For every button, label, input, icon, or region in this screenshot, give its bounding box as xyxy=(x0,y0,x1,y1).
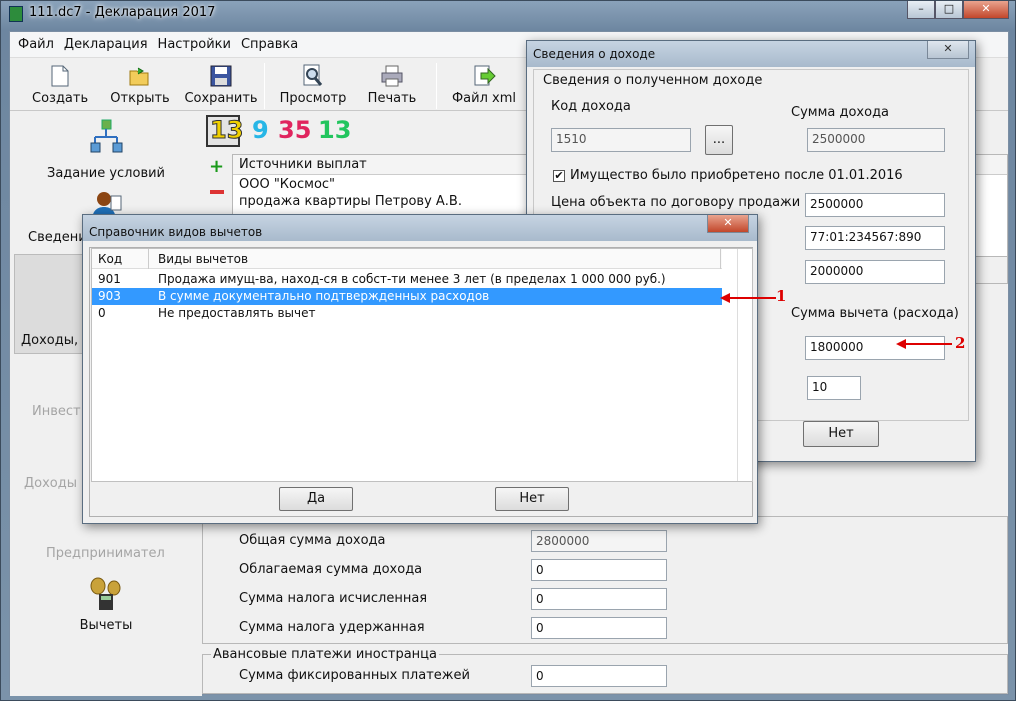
preview-magnifier-icon xyxy=(301,63,325,89)
taxable-income-field[interactable]: 0 xyxy=(531,559,667,581)
open-folder-icon xyxy=(128,63,152,89)
menu-declaration[interactable]: Декларация xyxy=(64,37,148,52)
income-dialog-title: Сведения о доходе xyxy=(533,47,656,61)
close-button[interactable]: ✕ xyxy=(963,1,1009,19)
row-text: Продажа имущ-ва, наход-ся в собст-ти мен… xyxy=(158,272,666,286)
income-dialog-close-button[interactable]: ✕ xyxy=(927,41,969,59)
rate-badge-35[interactable]: 35 xyxy=(278,116,311,144)
open-label: Открыть xyxy=(110,91,170,106)
deduction-dialog-no-button[interactable]: Нет xyxy=(495,487,569,511)
row-text: В сумме документально подтвержденных рас… xyxy=(158,289,490,303)
window-controls: – □ ✕ xyxy=(907,1,1009,19)
toolbar-separator xyxy=(436,63,437,109)
xml-file-button[interactable]: Файл xml xyxy=(448,63,520,106)
contract-price-label: Цена объекта по договору продажи xyxy=(551,195,801,210)
tax-calculated-label: Сумма налога исчисленная xyxy=(239,591,428,606)
minimize-button[interactable]: – xyxy=(907,1,935,19)
foreign-advance-group-label: Авансовые платежи иностранца xyxy=(211,647,439,662)
property-after-2016-label: Имущество было приобретено после 01.01.2… xyxy=(570,168,903,183)
column-kind[interactable]: Виды вычетов xyxy=(158,252,248,266)
annotation-arrow-2 xyxy=(896,339,952,349)
deduction-types-list[interactable]: Код Виды вычетов 901 Продажа имущ-ва, на… xyxy=(91,248,753,482)
money-bags-calculator-icon xyxy=(86,576,126,612)
nav-deductions-label: Вычеты xyxy=(79,618,133,633)
menu-help[interactable]: Справка xyxy=(241,37,298,52)
list-item-selected[interactable]: 903 В сумме документально подтвержденных… xyxy=(92,288,722,305)
nav-conditions[interactable]: Задание условий xyxy=(10,118,202,188)
annotation-label-2: 2 xyxy=(955,334,966,352)
new-document-icon xyxy=(48,63,72,89)
foreign-advance-pane: Авансовые платежи иностранца Сумма фикси… xyxy=(202,647,1008,694)
cadastral-number-field[interactable]: 77:01:234567:890 xyxy=(805,226,945,250)
income-dialog-no-button[interactable]: Нет xyxy=(803,421,879,447)
taxable-income-label: Облагаемая сумма дохода xyxy=(239,562,423,577)
deduction-types-dialog: Справочник видов вычетов ✕ Код Виды выче… xyxy=(82,214,758,524)
deduction-dialog-yes-button[interactable]: Да xyxy=(279,487,353,511)
tax-withheld-label: Сумма налога удержанная xyxy=(239,620,425,635)
column-divider xyxy=(720,249,721,269)
received-income-group-label: Сведения о полученном доходе xyxy=(541,73,765,88)
print-button[interactable]: Печать xyxy=(364,63,420,106)
tree-diagram-icon xyxy=(88,118,124,158)
create-button[interactable]: Создать xyxy=(32,63,88,106)
window-title: 111.dc7 - Декларация 2017 xyxy=(29,5,216,20)
deduction-dialog-title: Справочник видов вычетов xyxy=(89,225,263,239)
printer-icon xyxy=(380,63,404,89)
add-source-icon[interactable]: + xyxy=(209,156,224,177)
column-code[interactable]: Код xyxy=(98,252,122,266)
column-divider xyxy=(148,249,149,269)
income-sum-label: Сумма дохода xyxy=(791,105,890,120)
tax-calculated-field[interactable]: 0 xyxy=(531,588,667,610)
maximize-button[interactable]: □ xyxy=(935,1,963,19)
menu-settings[interactable]: Настройки xyxy=(158,37,231,52)
save-button[interactable]: Сохранить xyxy=(184,63,258,106)
deduction-dialog-close-button[interactable]: ✕ xyxy=(707,215,749,233)
deduction-sum-label: Сумма вычета (расхода) xyxy=(791,306,959,321)
cadastral-cost-field[interactable]: 2000000 xyxy=(805,260,945,284)
tax-withheld-field[interactable]: 0 xyxy=(531,617,667,639)
export-xml-icon xyxy=(472,63,496,89)
create-label: Создать xyxy=(32,91,89,106)
open-button[interactable]: Открыть xyxy=(110,63,170,106)
nav-business[interactable]: Предпринимател xyxy=(10,546,202,566)
toolbar-separator xyxy=(264,63,265,109)
income-sum-field: 2500000 xyxy=(807,128,945,152)
rate-badge-13-alt[interactable]: 13 xyxy=(318,116,351,144)
list-divider xyxy=(737,249,738,481)
list-item[interactable]: 901 Продажа имущ-ва, наход-ся в собст-ти… xyxy=(92,271,722,288)
list-item[interactable]: 0 Не предоставлять вычет xyxy=(92,305,722,322)
xml-file-label: Файл xml xyxy=(451,91,517,106)
annotation-arrow-1 xyxy=(720,293,776,303)
list-header: Код Виды вычетов xyxy=(92,249,722,269)
fixed-payments-label: Сумма фиксированных платежей xyxy=(239,668,470,683)
income-code-field: 1510 xyxy=(551,128,691,152)
preview-label: Просмотр xyxy=(279,91,347,106)
remove-source-icon[interactable] xyxy=(210,190,224,194)
income-code-label: Код дохода xyxy=(551,99,631,114)
menu-file[interactable]: Файл xyxy=(18,37,54,52)
preview-button[interactable]: Просмотр xyxy=(278,63,348,106)
annotation-label-1: 1 xyxy=(776,287,787,305)
row-text: Не предоставлять вычет xyxy=(158,306,316,320)
property-after-2016-checkbox[interactable]: ✔ xyxy=(553,170,565,182)
floppy-disk-icon xyxy=(209,63,233,89)
total-income-field: 2800000 xyxy=(531,530,667,552)
total-income-label: Общая сумма дохода xyxy=(239,533,386,548)
nav-conditions-label: Задание условий xyxy=(47,166,165,181)
fixed-payments-field[interactable]: 0 xyxy=(531,665,667,687)
rate-badge-9[interactable]: 9 xyxy=(252,116,269,144)
contract-price-field[interactable]: 2500000 xyxy=(805,193,945,217)
row-code: 0 xyxy=(98,306,106,320)
app-icon xyxy=(9,6,23,22)
save-label: Сохранить xyxy=(184,91,258,106)
print-label: Печать xyxy=(367,91,417,106)
nav-deductions[interactable]: Вычеты xyxy=(10,576,202,636)
month-field[interactable]: 10 xyxy=(807,376,861,400)
totals-pane: Общая сумма дохода 2800000 Облагаемая су… xyxy=(202,516,1008,644)
income-code-browse-button[interactable]: ... xyxy=(705,125,733,155)
rate-badge-13[interactable]: 13 xyxy=(209,116,243,145)
row-code: 901 xyxy=(98,272,121,286)
row-code: 903 xyxy=(98,289,121,303)
